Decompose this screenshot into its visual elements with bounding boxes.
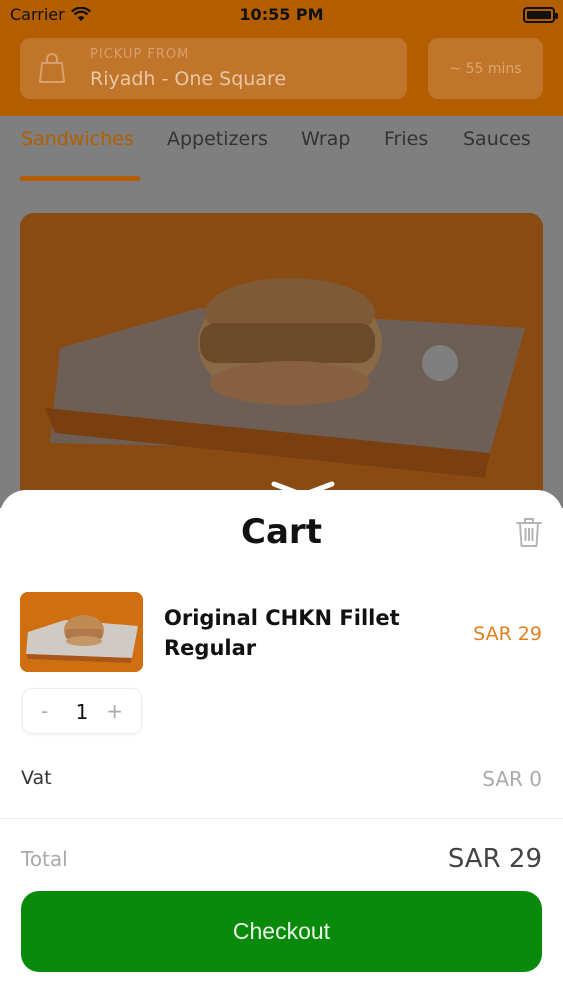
total-label: Total [21, 847, 68, 871]
cart-item-price: SAR 29 [473, 623, 542, 645]
checkout-button[interactable]: Checkout [21, 891, 542, 972]
tab-sauces[interactable]: Sauces [463, 128, 531, 150]
quantity-value: 1 [75, 700, 89, 724]
app-header: PICKUP FROM Riyadh - One Square ~ 55 min… [0, 30, 563, 116]
quantity-stepper: - 1 + [22, 688, 142, 734]
tab-appetizers[interactable]: Appetizers [167, 128, 268, 150]
cart-sheet: Cart Original CHKN Fillet Regular SAR 29… [0, 490, 563, 1000]
vat-value: SAR 0 [482, 767, 542, 791]
cart-title: Cart [241, 512, 322, 552]
status-time: 10:55 PM [239, 5, 324, 24]
shopping-bag-icon [39, 53, 65, 83]
cart-item-thumbnail [20, 592, 143, 672]
menu-backdrop[interactable] [0, 188, 563, 513]
active-tab-indicator [20, 176, 140, 181]
battery-icon [523, 7, 558, 23]
increase-quantity-button[interactable]: + [106, 699, 123, 723]
pickup-location: Riyadh - One Square [90, 68, 287, 90]
total-value: SAR 29 [447, 844, 542, 874]
product-hero-image [20, 213, 543, 513]
tab-sandwiches[interactable]: Sandwiches [21, 128, 134, 150]
category-tabs: Sandwiches Appetizers Wrap Fries Sauces [0, 116, 563, 188]
status-bar: Carrier 10:55 PM [0, 0, 563, 30]
eta-badge[interactable]: ~ 55 mins [428, 38, 543, 99]
divider [0, 818, 563, 819]
pickup-label: PICKUP FROM [90, 47, 190, 62]
cart-item-name: Original CHKN Fillet Regular [164, 606, 400, 660]
pickup-location-selector[interactable]: PICKUP FROM Riyadh - One Square [20, 38, 407, 99]
trash-icon[interactable] [515, 516, 543, 548]
tab-fries[interactable]: Fries [384, 128, 428, 150]
vat-label: Vat [21, 767, 52, 789]
tab-wrap[interactable]: Wrap [301, 128, 350, 150]
